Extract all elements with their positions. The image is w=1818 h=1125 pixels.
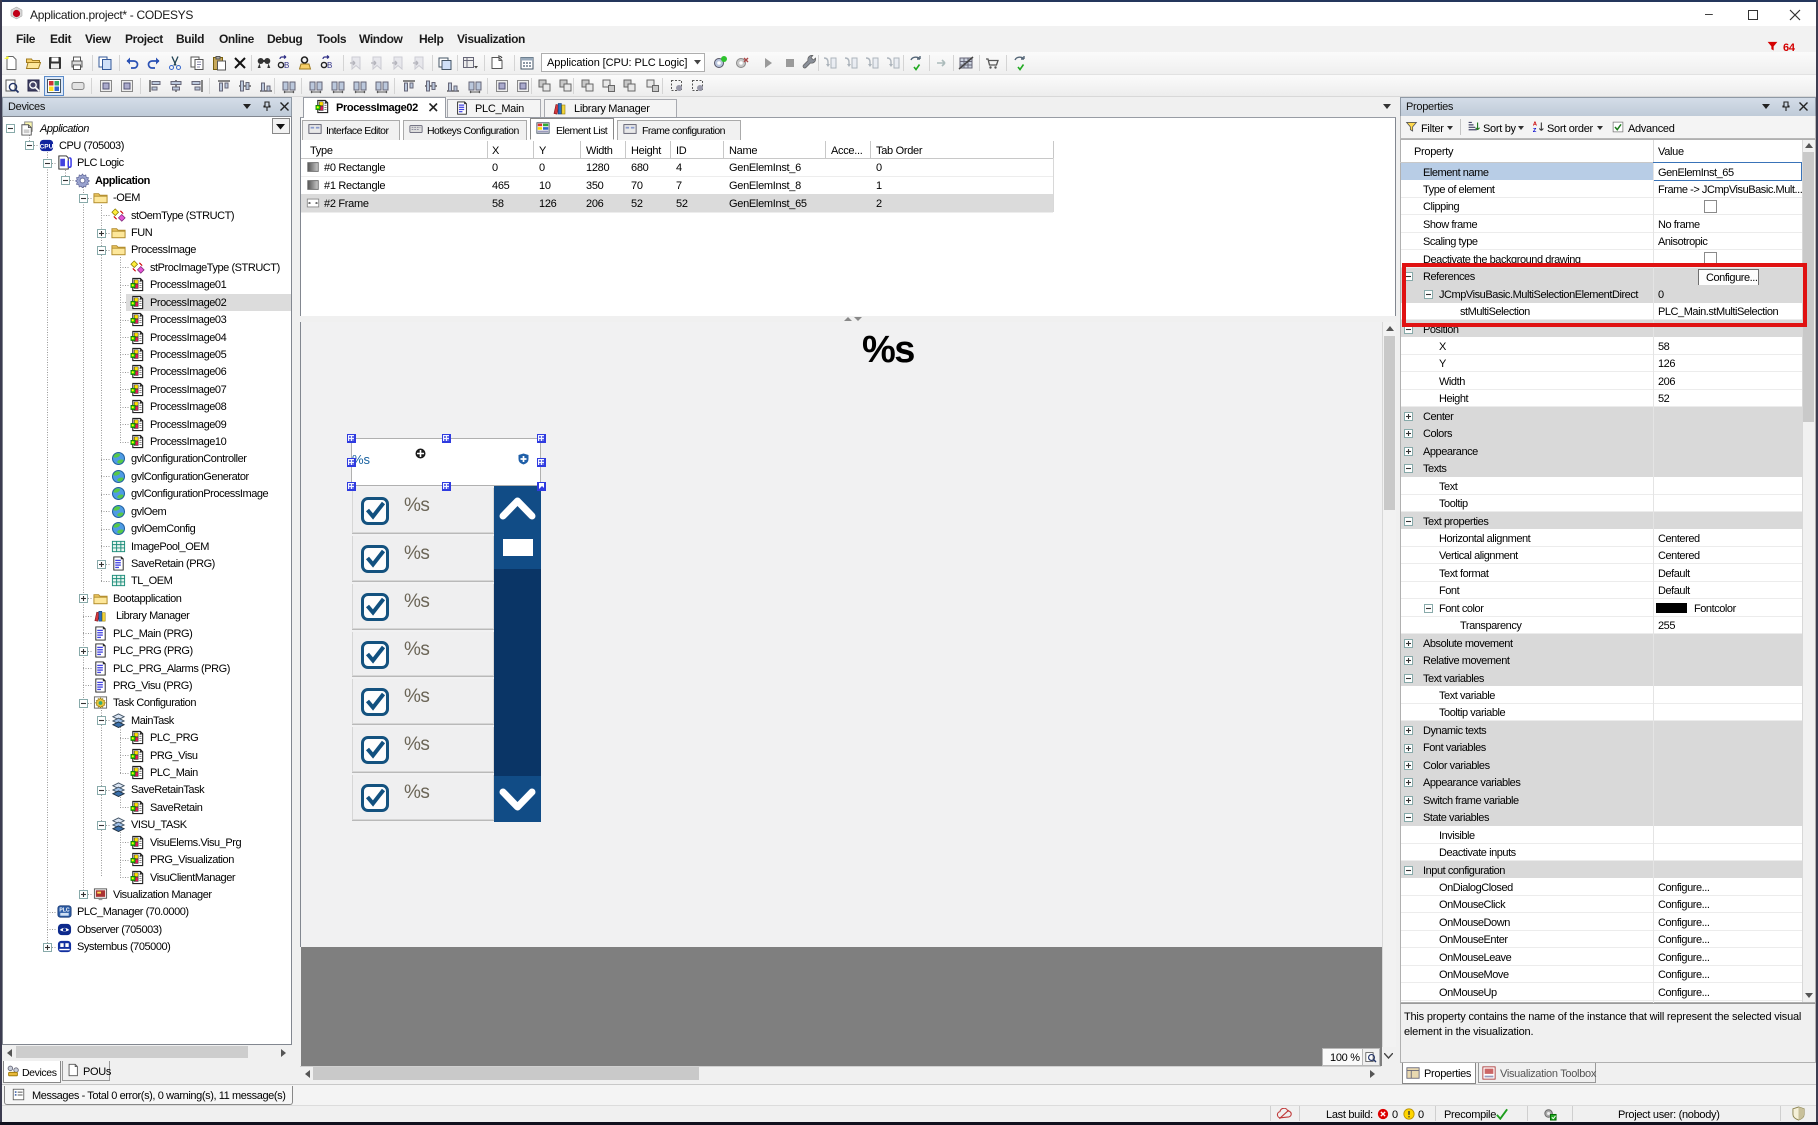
svg-text:B: B bbox=[327, 61, 332, 70]
svg-text:B: B bbox=[284, 61, 289, 70]
